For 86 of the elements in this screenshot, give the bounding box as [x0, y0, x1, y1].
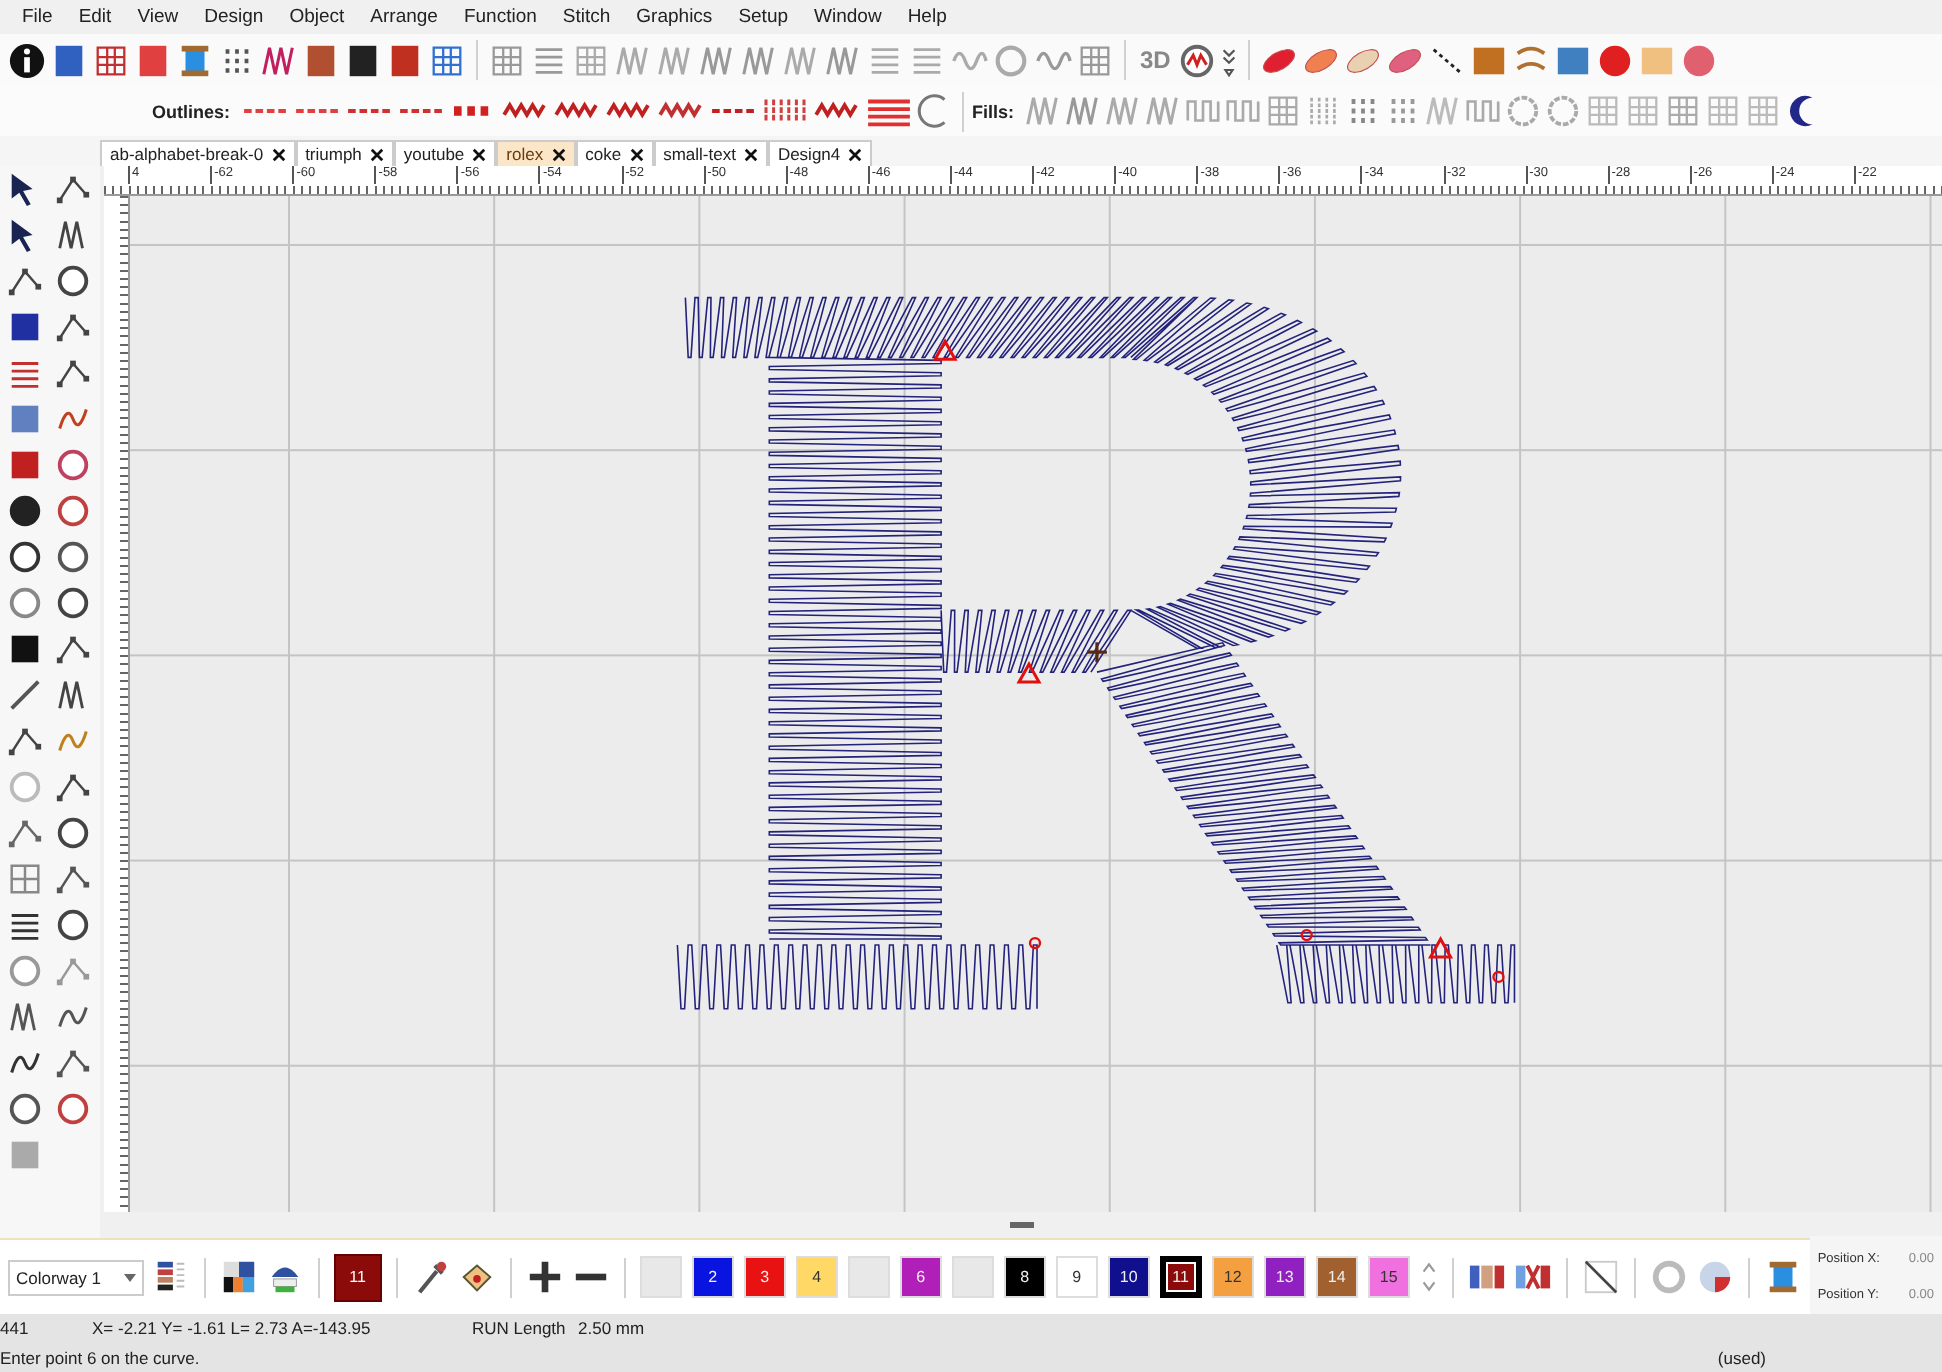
run-length-label: RUN Length: [472, 1318, 568, 1339]
menu-item[interactable]: Setup: [728, 6, 799, 28]
stitch-count: 441: [0, 1318, 31, 1339]
document-tab[interactable]: youtube: [393, 140, 497, 166]
crosshair-cursor-icon: [1085, 640, 1109, 664]
document-tab[interactable]: Design4: [767, 140, 873, 166]
grid-pattern-icon[interactable]: [428, 41, 466, 79]
ring-icon[interactable]: [5, 538, 43, 576]
color-swatch[interactable]: 3: [743, 1256, 786, 1298]
close-icon[interactable]: [551, 147, 566, 161]
menu-item[interactable]: Stitch: [552, 6, 621, 28]
color-swatch[interactable]: 12: [1211, 1256, 1254, 1298]
thread-spool-icon[interactable]: [176, 41, 214, 79]
used-indicator: (used): [1717, 1347, 1766, 1368]
color-swatch[interactable]: 15: [1367, 1256, 1410, 1298]
close-icon[interactable]: [629, 147, 644, 161]
colorway-dropdown[interactable]: Colorway 1: [8, 1259, 144, 1295]
diagonal-line-icon[interactable]: [1581, 1258, 1620, 1296]
caret-icon: [123, 1273, 136, 1281]
color-swatch[interactable]: 14: [1315, 1256, 1358, 1298]
color-swatch[interactable]: 8: [1003, 1256, 1046, 1298]
diagonal-line-icon[interactable]: [5, 676, 43, 714]
document-tab[interactable]: rolex: [496, 140, 576, 166]
fills-label: Fills:: [972, 101, 1015, 121]
ring-icon[interactable]: [53, 906, 91, 944]
coordinates-readout: X= -2.21 Y= -1.61 L= 2.73 A=-143.95: [92, 1318, 373, 1339]
color-swatch[interactable]: 13: [1263, 1256, 1306, 1298]
menu-item[interactable]: Arrange: [360, 6, 448, 28]
color-block-icon[interactable]: [344, 41, 382, 79]
document-tab[interactable]: triumph: [295, 140, 394, 166]
warning-triangle-icon: [1428, 936, 1454, 959]
document-tab[interactable]: ab-alphabet-break-0: [100, 140, 296, 166]
outlines-label: Outlines:: [152, 101, 231, 121]
warning-triangle-icon: [932, 338, 958, 361]
color-swatch[interactable]: 6: [899, 1256, 942, 1298]
grid-pattern-icon[interactable]: [92, 41, 130, 79]
resize-handle-icon[interactable]: [1009, 1222, 1033, 1228]
ring-icon[interactable]: [5, 492, 43, 530]
grid-pattern-icon[interactable]: [1076, 41, 1114, 79]
color-swatch[interactable]: [639, 1256, 682, 1298]
document-tab[interactable]: coke: [575, 140, 654, 166]
color-block-icon[interactable]: [134, 41, 172, 79]
ring-icon[interactable]: [53, 538, 91, 576]
ring-icon[interactable]: [5, 1090, 43, 1128]
document-tab[interactable]: small-text: [653, 140, 768, 166]
menu-item[interactable]: Function: [453, 6, 547, 28]
menu-item[interactable]: File: [12, 6, 63, 28]
grid-pattern-icon[interactable]: [488, 41, 526, 79]
ring-icon[interactable]: [53, 262, 91, 300]
status-prompt: Enter point 6 on the curve.: [0, 1347, 200, 1368]
close-icon[interactable]: [472, 147, 487, 161]
sphere-icon[interactable]: [1695, 1258, 1734, 1296]
close-icon[interactable]: [271, 147, 286, 161]
color-block-icon[interactable]: [50, 41, 88, 79]
close-icon[interactable]: [369, 147, 384, 161]
color-swatch[interactable]: 2: [691, 1256, 734, 1298]
color-swatch[interactable]: 4: [795, 1256, 838, 1298]
color-block-icon[interactable]: [386, 41, 424, 79]
menu-item[interactable]: Design: [194, 6, 274, 28]
menu-item[interactable]: View: [127, 6, 189, 28]
color-swatch[interactable]: 10: [1107, 1256, 1150, 1298]
color-swatch[interactable]: 11: [1159, 1256, 1202, 1298]
menu-item[interactable]: Help: [897, 6, 957, 28]
point-marker-icon: [1492, 970, 1505, 984]
current-color-swatch[interactable]: 11: [333, 1253, 382, 1301]
warning-triangle-icon: [1016, 661, 1042, 684]
color-swatch[interactable]: 9: [1055, 1256, 1098, 1298]
ring-icon[interactable]: [53, 584, 91, 622]
zigzag-stitch-icon[interactable]: [260, 41, 298, 79]
palette-grid-icon[interactable]: [219, 1258, 258, 1296]
menu-item[interactable]: Object: [279, 6, 355, 28]
close-icon[interactable]: [743, 147, 758, 161]
point-marker-icon: [1028, 936, 1042, 950]
scroll-arrows-icon[interactable]: [1419, 1258, 1438, 1296]
color-swatch[interactable]: [847, 1256, 890, 1298]
close-icon[interactable]: [848, 147, 863, 161]
info-icon[interactable]: [8, 41, 46, 79]
point-marker-icon: [1300, 928, 1313, 942]
color-swatch[interactable]: [951, 1256, 994, 1298]
run-length-value: 2.50 mm: [578, 1318, 645, 1339]
plus-icon[interactable]: [525, 1258, 564, 1296]
menu-item[interactable]: Edit: [68, 6, 122, 28]
menu-item[interactable]: Graphics: [626, 6, 723, 28]
color-block-icon[interactable]: [302, 41, 340, 79]
menu-item[interactable]: Window: [804, 6, 892, 28]
ring-icon[interactable]: [53, 814, 91, 852]
